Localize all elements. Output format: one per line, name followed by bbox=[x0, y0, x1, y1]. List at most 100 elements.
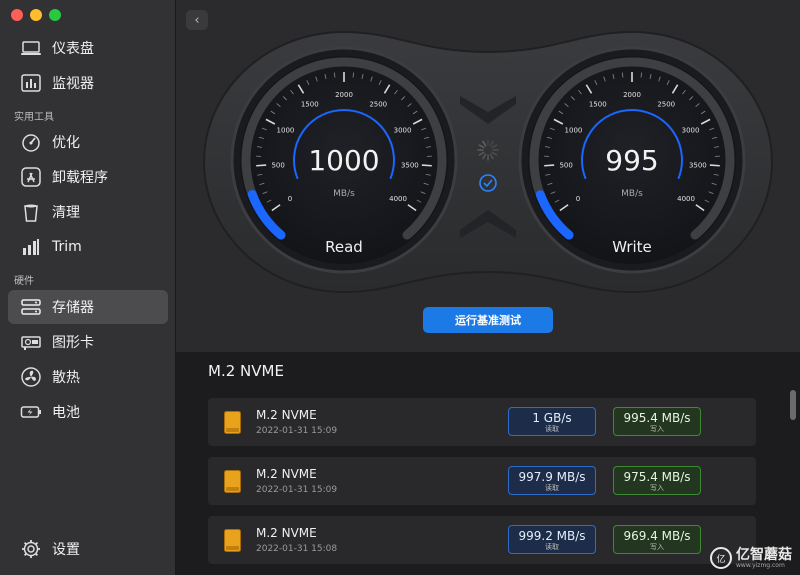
sidebar-item-label: 清理 bbox=[52, 205, 80, 221]
gauge-tick-label: 500 bbox=[559, 161, 572, 169]
watermark: 亿 亿智蘑菇 www.yizmg.com bbox=[710, 547, 792, 569]
result-row[interactable]: M.2 NVME 2022-01-31 15:09 1 GB/s 读取 995.4… bbox=[208, 398, 756, 446]
disk-drive-icon bbox=[224, 411, 241, 434]
results-title: M.2 NVME bbox=[208, 362, 284, 380]
sidebar-item-label: 仪表盘 bbox=[52, 41, 94, 57]
sidebar-item-battery[interactable]: 电池 bbox=[8, 395, 168, 429]
trim-icon bbox=[23, 239, 39, 255]
write-speed-badge: 995.4 MB/s 写入 bbox=[613, 407, 701, 436]
results-panel: M.2 NVME M.2 NVME 2022-01-31 15:09 1 GB/… bbox=[176, 352, 800, 575]
write-speed-badge: 969.4 MB/s 写入 bbox=[613, 525, 701, 554]
gauge-tick-label: 1000 bbox=[565, 127, 583, 135]
gauge-tick-label: 3500 bbox=[401, 161, 419, 169]
sidebar-item-cleanup[interactable]: 清理 bbox=[8, 195, 168, 229]
laptop-icon bbox=[21, 41, 41, 55]
read-speed-label: 读取 bbox=[545, 484, 559, 492]
read-speed-label: 读取 bbox=[545, 543, 559, 551]
section-label-tools: 实用工具 bbox=[14, 112, 54, 123]
write-speed-badge: 975.4 MB/s 写入 bbox=[613, 466, 701, 495]
app-store-icon bbox=[21, 167, 41, 187]
gauge-icon bbox=[22, 134, 40, 152]
gauge-tick-label: 2500 bbox=[369, 101, 387, 109]
benchmark-panel: ‹ 0 500 1000 1500 2000 2500 3000 3500 40… bbox=[176, 0, 800, 352]
gauge-tick-label: 1500 bbox=[301, 101, 319, 109]
read-speed-value: 999.2 MB/s bbox=[518, 529, 586, 543]
gauge-tick-label: 2500 bbox=[657, 101, 675, 109]
sidebar-item-monitor[interactable]: 监视器 bbox=[8, 66, 168, 100]
gear-icon bbox=[22, 540, 40, 558]
gauge-tick-label: 0 bbox=[288, 195, 292, 203]
gauge-label: Read bbox=[325, 238, 363, 256]
gauge-value: 995 bbox=[605, 144, 658, 177]
sidebar-item-uninstaller[interactable]: 卸载程序 bbox=[8, 160, 168, 194]
result-row-date: 2022-01-31 15:08 bbox=[256, 544, 338, 554]
zoom-window-button[interactable] bbox=[49, 9, 61, 21]
minimize-window-button[interactable] bbox=[30, 9, 42, 21]
gauge-tick-label: 4000 bbox=[677, 195, 695, 203]
storage-icon bbox=[21, 299, 41, 315]
gauge-tick-label: 4000 bbox=[389, 195, 407, 203]
sidebar-item-label: 卸载程序 bbox=[52, 170, 108, 186]
gauge-unit: MB/s bbox=[333, 189, 355, 199]
sidebar-item-label: 图形卡 bbox=[52, 335, 94, 351]
result-row-name: M.2 NVME bbox=[256, 408, 317, 422]
sidebar-item-graphics[interactable]: 图形卡 bbox=[8, 325, 168, 359]
gauge-tick-label: 2000 bbox=[623, 91, 641, 99]
sidebar-item-settings[interactable]: 设置 bbox=[8, 532, 168, 566]
gauge-value: 1000 bbox=[308, 144, 379, 177]
trash-icon bbox=[24, 204, 38, 222]
watermark-url: www.yizmg.com bbox=[736, 561, 785, 569]
result-row[interactable]: M.2 NVME 2022-01-31 15:08 999.2 MB/s 读取 9… bbox=[208, 516, 756, 564]
sidebar-item-storage[interactable]: 存储器 bbox=[8, 290, 168, 324]
read-speed-value: 1 GB/s bbox=[532, 411, 572, 425]
gauge-label: Write bbox=[612, 238, 652, 256]
watermark-logo: 亿 bbox=[710, 547, 732, 569]
sidebar-item-dashboard[interactable]: 仪表盘 bbox=[8, 31, 168, 65]
gauge-tick-label: 1500 bbox=[589, 101, 607, 109]
run-benchmark-button[interactable]: 运行基准测试 bbox=[423, 307, 553, 333]
result-row-name: M.2 NVME bbox=[256, 467, 317, 481]
results-scrollbar[interactable] bbox=[790, 390, 796, 420]
read-speed-badge: 1 GB/s 读取 bbox=[508, 407, 596, 436]
battery-icon bbox=[20, 406, 41, 418]
write-speed-label: 写入 bbox=[650, 543, 664, 551]
monitor-chart-icon bbox=[21, 74, 41, 92]
read-speed-badge: 999.2 MB/s 读取 bbox=[508, 525, 596, 554]
write-speed-value: 975.4 MB/s bbox=[623, 470, 691, 484]
write-speed-value: 995.4 MB/s bbox=[623, 411, 691, 425]
gauge-minor-tick bbox=[334, 72, 336, 78]
gauge-tick-label: 3000 bbox=[682, 127, 700, 135]
write-speed-label: 写入 bbox=[650, 425, 664, 433]
result-row-date: 2022-01-31 15:09 bbox=[256, 485, 338, 495]
write-speed-label: 写入 bbox=[650, 484, 664, 492]
gauge-unit: MB/s bbox=[621, 189, 643, 199]
sidebar-item-trim[interactable]: Trim bbox=[8, 230, 168, 264]
read-speed-label: 读取 bbox=[545, 425, 559, 433]
gauges-area: 0 500 1000 1500 2000 2500 3000 3500 4000 1000 MB/s… bbox=[202, 30, 774, 294]
result-row-date: 2022-01-31 15:09 bbox=[256, 426, 338, 436]
sidebar-item-label: 存储器 bbox=[52, 300, 94, 316]
read-gauge: 0 500 1000 1500 2000 2500 3000 3500 4000 1000 MB/s… bbox=[230, 46, 458, 274]
sidebar-item-label: 优化 bbox=[52, 135, 80, 151]
sidebar-item-label: Trim bbox=[52, 239, 82, 255]
gauge-minor-tick bbox=[622, 72, 624, 78]
gauge-major-tick bbox=[256, 164, 267, 167]
close-window-button[interactable] bbox=[11, 9, 23, 21]
sidebar-item-label: 散热 bbox=[52, 370, 80, 386]
read-speed-value: 997.9 MB/s bbox=[518, 470, 586, 484]
sidebar-item-label: 设置 bbox=[52, 542, 80, 558]
sidebar-item-label: 监视器 bbox=[52, 76, 94, 92]
sidebar-item-optimize[interactable]: 优化 bbox=[8, 125, 168, 159]
result-row[interactable]: M.2 NVME 2022-01-31 15:09 997.9 MB/s 读取 9… bbox=[208, 457, 756, 505]
window-controls bbox=[11, 9, 61, 21]
result-row-name: M.2 NVME bbox=[256, 526, 317, 540]
fan-icon bbox=[21, 367, 41, 387]
gauge-tick-label: 500 bbox=[271, 161, 284, 169]
gauge-major-tick bbox=[421, 164, 432, 167]
disk-drive-icon bbox=[224, 470, 241, 493]
gauge-tick-label: 1000 bbox=[277, 127, 295, 135]
sidebar-item-cooling[interactable]: 散热 bbox=[8, 360, 168, 394]
gauge-minor-tick bbox=[352, 72, 354, 78]
graphics-card-icon bbox=[21, 336, 41, 350]
gauge-major-tick bbox=[709, 164, 720, 167]
